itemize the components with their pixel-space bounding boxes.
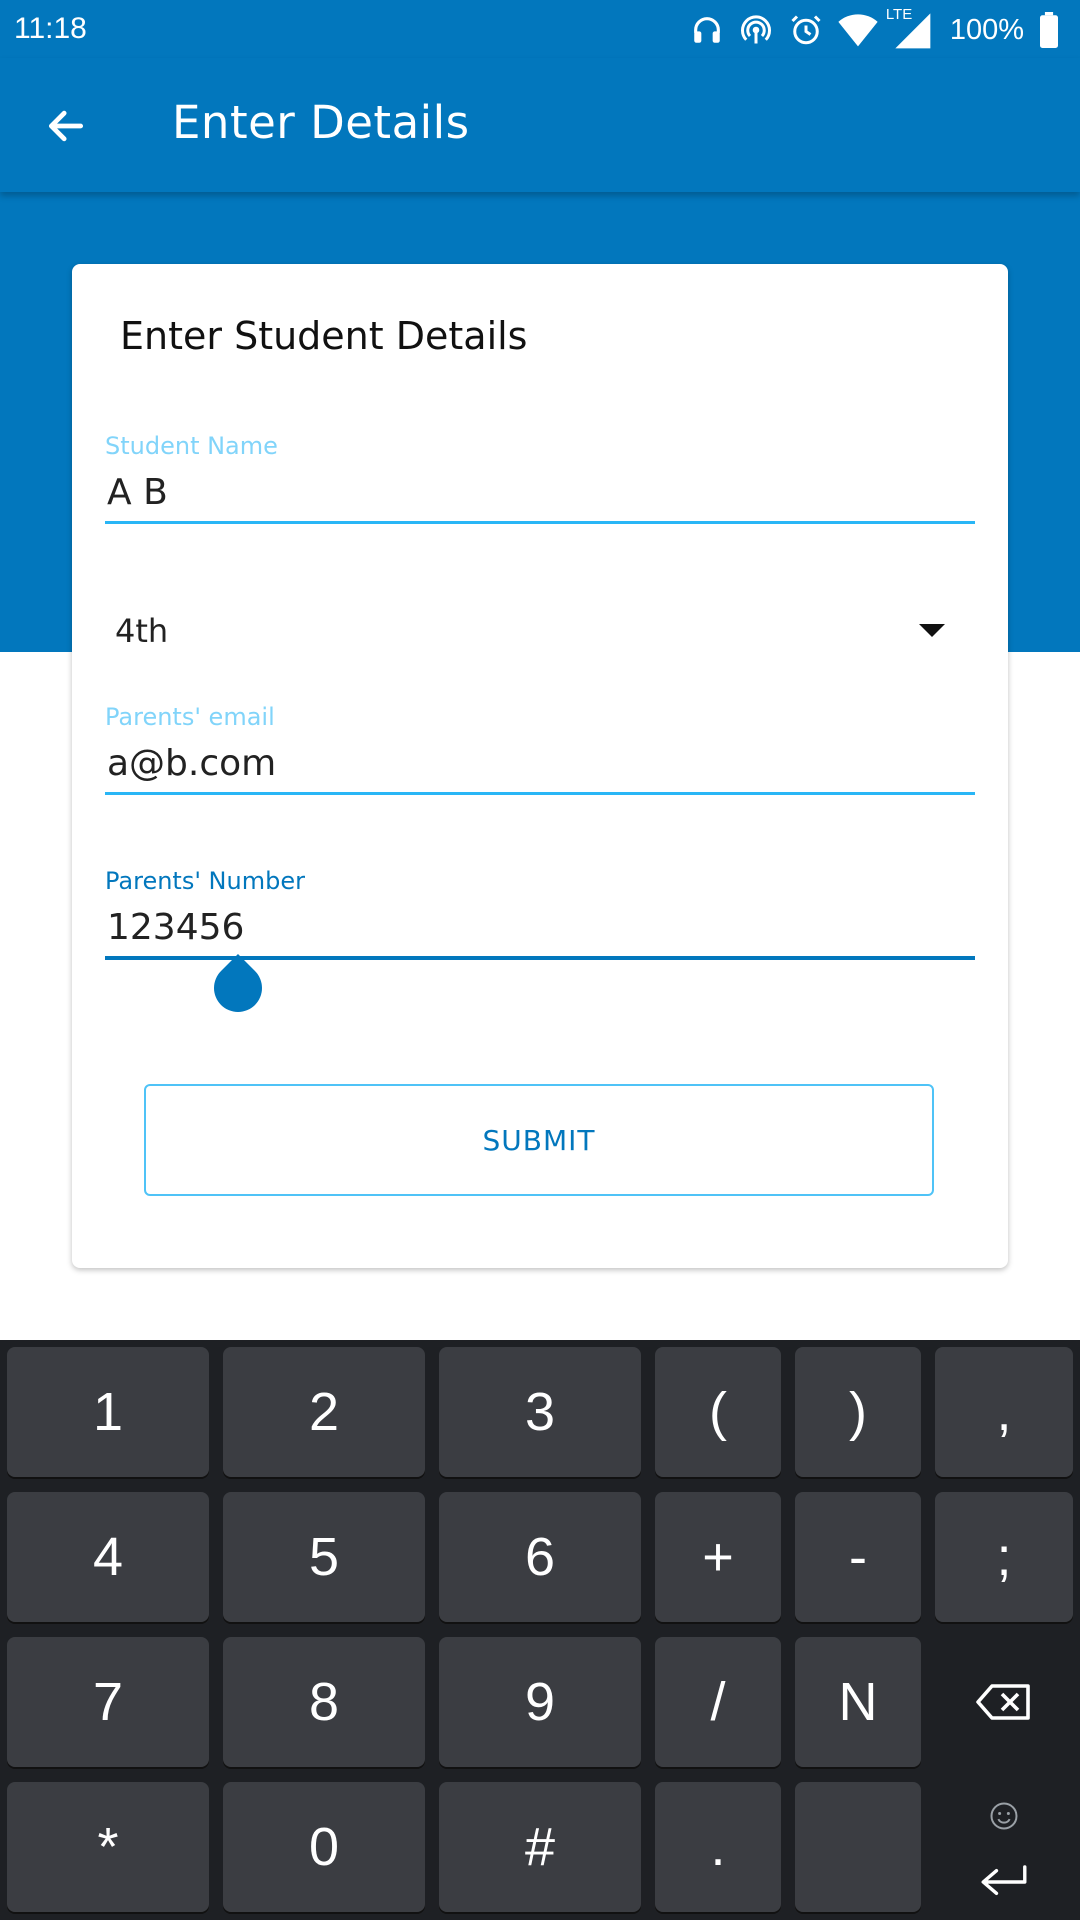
key-7[interactable]: 7 [7,1637,209,1767]
submit-button[interactable]: SUBMIT [144,1084,934,1196]
parents-number-field[interactable]: Parents' Number 123456 [105,867,975,960]
battery-percent: 100% [949,13,1024,46]
back-button[interactable] [36,98,96,158]
student-name-underline [105,521,975,524]
hotspot-icon [738,12,774,48]
app-bar: Enter Details [0,58,1080,192]
key-4[interactable]: 4 [7,1492,209,1622]
submit-label: SUBMIT [482,1123,596,1157]
numeric-keyboard: 1 2 3 ( ) , 4 5 6 + - ; 7 8 9 / N * 0 # … [0,1340,1080,1920]
network-type-label: LTE [885,6,913,23]
student-name-label: Student Name [105,432,278,460]
status-bar: 11:18 LTE 100% [0,0,1080,58]
page-title: Enter Details [172,96,470,149]
backspace-icon [976,1671,1032,1733]
backspace-key[interactable] [935,1637,1073,1767]
parents-email-field[interactable]: Parents' email a@b.com [105,703,975,795]
key-comma[interactable]: , [935,1347,1073,1477]
wifi-icon [838,12,878,48]
battery-icon [1038,12,1060,48]
parents-email-input[interactable]: a@b.com [105,743,975,784]
card-title: Enter Student Details [120,314,528,358]
parents-email-label: Parents' email [105,703,275,731]
text-cursor-handle[interactable] [204,954,272,1022]
key-1[interactable]: 1 [7,1347,209,1477]
headphones-icon [690,13,724,47]
key-6[interactable]: 6 [439,1492,641,1622]
key-0[interactable]: 0 [223,1782,425,1912]
key-9[interactable]: 9 [439,1637,641,1767]
key-n[interactable]: N [795,1637,921,1767]
key-slash[interactable]: / [655,1637,781,1767]
key-3[interactable]: 3 [439,1347,641,1477]
key-asterisk[interactable]: * [7,1782,209,1912]
enter-icon [979,1850,1029,1912]
key-plus[interactable]: + [655,1492,781,1622]
student-name-field[interactable]: Student Name A B [105,432,975,524]
grade-dropdown[interactable]: 4th [105,594,975,664]
key-2[interactable]: 2 [223,1347,425,1477]
status-icons: LTE 100% [690,6,1060,52]
alarm-icon [788,12,824,48]
key-8[interactable]: 8 [223,1637,425,1767]
parents-number-label: Parents' Number [105,867,305,895]
key-minus[interactable]: - [795,1492,921,1622]
parents-number-input[interactable]: 123456 [105,907,975,948]
dropdown-arrow-icon [919,624,945,637]
key-5[interactable]: 5 [223,1492,425,1622]
student-details-card: Enter Student Details Student Name A B 4… [72,264,1008,1268]
enter-key[interactable] [935,1782,1073,1912]
grade-selected-value: 4th [115,612,169,650]
emoji-icon [989,1782,1019,1844]
key-space[interactable] [795,1782,921,1912]
signal-icon: LTE [886,6,932,50]
key-semicolon[interactable]: ; [935,1492,1073,1622]
arrow-left-icon [44,104,88,152]
key-open-paren[interactable]: ( [655,1347,781,1477]
key-hash[interactable]: # [439,1782,641,1912]
key-period[interactable]: . [655,1782,781,1912]
key-close-paren[interactable]: ) [795,1347,921,1477]
student-name-input[interactable]: A B [105,472,975,513]
parents-email-underline [105,792,975,795]
status-time: 11:18 [14,12,87,45]
